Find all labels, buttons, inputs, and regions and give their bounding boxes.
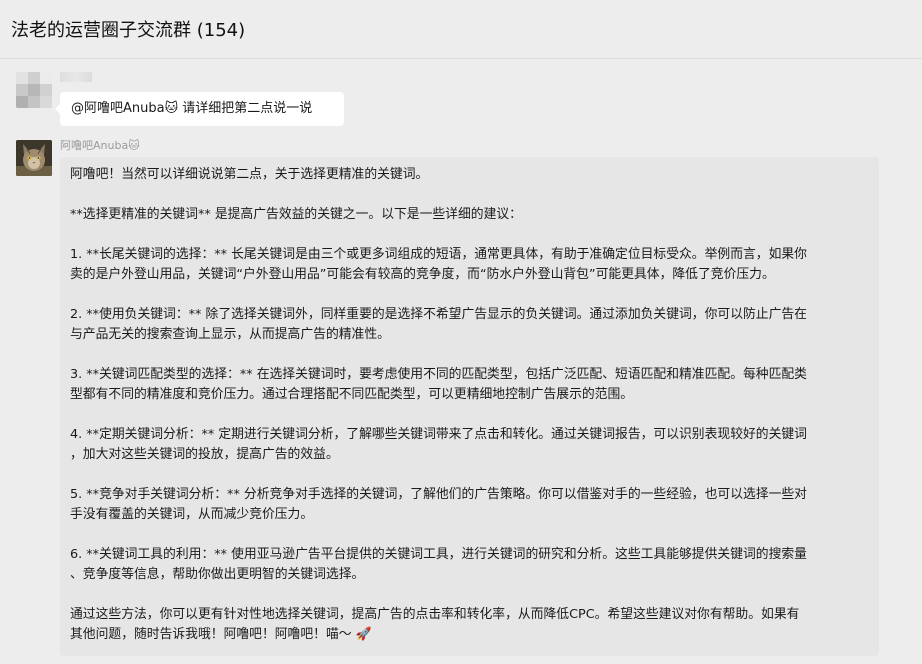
chat-header: 法老的运营圈子交流群 (154) <box>0 0 922 59</box>
message-line: 卖的是户外登山用品，关键词“户外登山用品”可能会有较高的竞争度，而“防水户外登山… <box>70 267 775 282</box>
message-line: 通过这些方法，你可以更有针对性地选择关键词，提高广告的点击率和转化率，从而降低C… <box>70 607 800 622</box>
avatar[interactable] <box>16 140 52 176</box>
sender-name[interactable]: 阿噜吧Anuba🐱 <box>60 137 140 153</box>
message-line: 型都有不同的精准度和竞价压力。通过合理搭配不同匹配类型，可以更精细地控制广告展示… <box>70 387 634 402</box>
message-line: 阿噜吧！当然可以详细说说第二点，关于选择更精准的关键词。 <box>70 167 429 182</box>
message-line: 手没有覆盖的关键词，从而减少竞价压力。 <box>70 507 314 522</box>
avatar[interactable] <box>16 72 52 108</box>
message-line: 4. **定期关键词分析：** 定期进行关键词分析，了解哪些关键词带来了点击和转… <box>70 427 807 442</box>
message-line: 1. **长尾关键词的选择：** 长尾关键词是由三个或更多词组成的短语，通常更具… <box>70 247 807 262</box>
message-line: 、竞争度等信息，帮助你做出更明智的关键词选择。 <box>70 567 365 582</box>
message-line: 2. **使用负关键词：** 除了选择关键词外，同样重要的是选择不希望广告显示的… <box>70 307 807 322</box>
message-line: **选择更精准的关键词** 是提高广告效益的关键之一。以下是一些详细的建议： <box>70 207 522 222</box>
message-line: 5. **竞争对手关键词分析：** 分析竞争对手选择的关键词，了解他们的广告策略… <box>70 487 807 502</box>
message-line: 与产品无关的搜索查询上显示，从而提高广告的精准性。 <box>70 327 390 342</box>
message-line: 3. **关键词匹配类型的选择：** 在选择关键词时，要考虑使用不同的匹配类型，… <box>70 367 807 382</box>
message-bubble-question[interactable]: @阿噜吧Anuba🐱 请详细把第二点说一说 <box>55 92 344 126</box>
cat-avatar-icon <box>16 140 52 176</box>
message-line: 其他问题，随时告诉我哦！阿噜吧！阿噜吧！喵～ 🚀 <box>70 627 372 642</box>
message-text: 阿噜吧！当然可以详细说说第二点，关于选择更精准的关键词。 **选择更精准的关键词*… <box>70 165 869 645</box>
message-line: ，加大对这些关键词的投放，提高广告的效益。 <box>70 447 339 462</box>
sender-name-blurred <box>60 72 92 82</box>
message-bubble-answer[interactable]: 阿噜吧！当然可以详细说说第二点，关于选择更精准的关键词。 **选择更精准的关键词*… <box>60 157 879 656</box>
message-text: @阿噜吧Anuba🐱 请详细把第二点说一说 <box>71 101 313 116</box>
chat-title[interactable]: 法老的运营圈子交流群 (154) <box>11 16 245 42</box>
message-line: 6. **关键词工具的利用：** 使用亚马逊广告平台提供的关键词工具，进行关键词… <box>70 547 807 562</box>
